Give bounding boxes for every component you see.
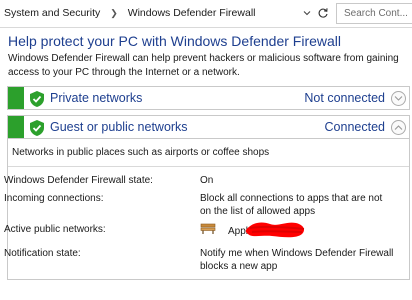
address-bar: System and Security ❯ Windows Defender F…: [0, 0, 412, 28]
search-input[interactable]: Search Cont...: [336, 3, 412, 24]
chevron-up-icon: [394, 125, 403, 130]
private-networks-panel: Private networks Not connected: [7, 86, 410, 110]
search-placeholder: Search Cont...: [344, 8, 408, 19]
incoming-connections-label: Incoming connections:: [4, 193, 104, 204]
firewall-state-label: Windows Defender Firewall state:: [4, 175, 153, 186]
status-bar-green: [8, 116, 24, 138]
firewall-state-value: On: [200, 175, 214, 186]
chevron-down-icon[interactable]: [303, 9, 311, 17]
public-networks-title: Guest or public networks: [50, 120, 188, 134]
expand-button[interactable]: [391, 91, 406, 106]
chevron-down-icon: [394, 96, 403, 101]
network-bench-icon: [200, 223, 216, 234]
redaction-scribble: [245, 222, 305, 238]
shield-check-icon: [30, 91, 44, 107]
active-networks-label: Active public networks:: [4, 224, 106, 235]
divider: [8, 166, 409, 167]
incoming-connections-value: Block all connections to apps that are n…: [200, 193, 383, 217]
refresh-icon[interactable]: [317, 7, 329, 19]
public-networks-header[interactable]: Guest or public networks Connected: [7, 115, 410, 139]
private-networks-header[interactable]: Private networks Not connected: [7, 86, 410, 110]
collapse-button[interactable]: [391, 120, 406, 135]
breadcrumb-separator-icon: ❯: [110, 8, 118, 18]
public-networks-description: Networks in public places such as airpor…: [12, 147, 270, 158]
status-bar-green: [8, 87, 24, 109]
private-networks-status: Not connected: [304, 91, 385, 105]
public-networks-status: Connected: [324, 120, 385, 134]
page-description: Windows Defender Firewall can help preve…: [8, 53, 399, 78]
breadcrumb-system-security[interactable]: System and Security: [4, 7, 100, 19]
notification-state-value: Notify me when Windows Defender Firewall…: [200, 248, 394, 272]
private-networks-title: Private networks: [50, 91, 143, 105]
shield-check-icon: [30, 120, 44, 136]
page-title: Help protect your PC with Windows Defend…: [8, 33, 342, 49]
breadcrumb: System and Security ❯ Windows Defender F…: [4, 7, 255, 19]
notification-state-label: Notification state:: [4, 248, 81, 259]
breadcrumb-firewall[interactable]: Windows Defender Firewall: [128, 7, 256, 19]
